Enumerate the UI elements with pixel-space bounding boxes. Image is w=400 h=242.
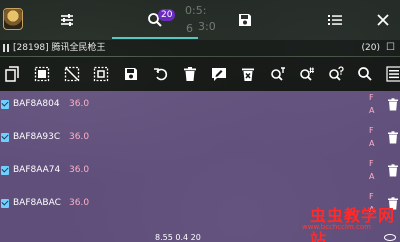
list-item[interactable]: BAF8A93C 36.0 F A	[0, 124, 400, 157]
deselect-button[interactable]	[64, 66, 80, 82]
search-question-button[interactable]	[328, 66, 344, 82]
deselect-icon	[64, 66, 80, 82]
undo-icon	[154, 68, 168, 81]
delete-marked-button[interactable]	[240, 66, 256, 82]
edit-button[interactable]	[211, 66, 227, 82]
process-info-bar: [28198] 腾讯全民枪王 (20) ☐	[0, 40, 400, 56]
list-icon	[328, 15, 342, 25]
background-text: 3:0	[198, 20, 216, 33]
top-toolbar: 20 0:5: 3:0 6	[0, 0, 400, 40]
undo-button[interactable]	[153, 66, 169, 82]
address[interactable]: BAF8AA74	[13, 165, 60, 175]
checkbox[interactable]	[1, 100, 9, 109]
action-toolbar	[0, 57, 400, 91]
trash-icon[interactable]	[387, 98, 399, 111]
edit-icon	[212, 68, 226, 81]
type-flag: A	[369, 139, 375, 148]
search-number-button[interactable]	[299, 66, 315, 82]
select-all-button[interactable]	[34, 66, 50, 82]
type-flag: A	[369, 172, 375, 181]
menu-icon	[386, 66, 400, 82]
copy-button[interactable]	[4, 66, 20, 82]
list-item[interactable]: BAF8AA74 36.0 F A	[0, 157, 400, 190]
type-flag: A	[369, 106, 375, 115]
process-name[interactable]: [28198] 腾讯全民枪王	[13, 40, 106, 56]
value[interactable]: 36.0	[69, 198, 89, 208]
search-result-badge: 20	[158, 9, 176, 21]
select-all-icon	[34, 66, 50, 82]
delete-button[interactable]	[182, 66, 198, 82]
trash-icon	[184, 67, 196, 81]
copy-icon	[5, 66, 19, 82]
status-footer: 8.55 0.4 20	[0, 233, 400, 242]
result-count: (20)	[361, 43, 380, 53]
delete-marked-icon	[242, 68, 254, 81]
list-item[interactable]: BAF8A804 36.0 F A	[0, 91, 400, 124]
checkbox[interactable]	[1, 199, 9, 208]
address[interactable]: BAF8A93C	[13, 132, 60, 142]
pause-icon[interactable]	[3, 44, 10, 52]
search-icon	[358, 67, 372, 81]
search-text-button[interactable]	[270, 66, 286, 82]
save-icon	[239, 14, 251, 26]
search-text-icon	[271, 67, 285, 81]
trash-icon[interactable]	[387, 164, 399, 177]
eye-icon[interactable]	[384, 234, 396, 241]
checkbox[interactable]	[1, 166, 9, 175]
tab-search[interactable]	[130, 0, 180, 40]
type-flag: F	[369, 126, 374, 135]
tab-settings[interactable]	[42, 0, 92, 40]
search-number-icon	[300, 67, 314, 81]
close-icon	[377, 14, 389, 26]
search-button[interactable]	[357, 66, 373, 82]
info-square-icon[interactable]: ☐	[386, 40, 395, 56]
address[interactable]: BAF8A804	[13, 99, 60, 109]
close-button[interactable]	[358, 0, 400, 40]
search-question-icon	[329, 66, 344, 81]
tab-list[interactable]	[310, 0, 360, 40]
address[interactable]: BAF8ABAC	[13, 198, 61, 208]
trash-icon[interactable]	[387, 131, 399, 144]
sliders-icon	[61, 14, 73, 26]
checkbox[interactable]	[1, 133, 9, 142]
active-tab-indicator	[112, 37, 198, 39]
value[interactable]: 36.0	[69, 99, 89, 109]
type-flag: F	[369, 93, 374, 102]
watermark-url: www.bcchcclm.com	[302, 223, 371, 231]
app-icon[interactable]	[3, 8, 23, 30]
background-text: 6	[186, 22, 193, 35]
value[interactable]: 36.0	[69, 165, 89, 175]
invert-selection-button[interactable]	[93, 66, 109, 82]
type-flag: F	[369, 159, 374, 168]
save-icon	[125, 68, 137, 80]
background-text: 0:5:	[185, 4, 207, 17]
value[interactable]: 36.0	[69, 132, 89, 142]
invert-selection-icon	[93, 66, 109, 82]
menu-button[interactable]	[386, 66, 400, 82]
save-button[interactable]	[123, 66, 139, 82]
tab-saved[interactable]	[220, 0, 270, 40]
type-flag: F	[369, 192, 374, 201]
coordinate-readout: 8.55 0.4 20	[155, 233, 201, 242]
